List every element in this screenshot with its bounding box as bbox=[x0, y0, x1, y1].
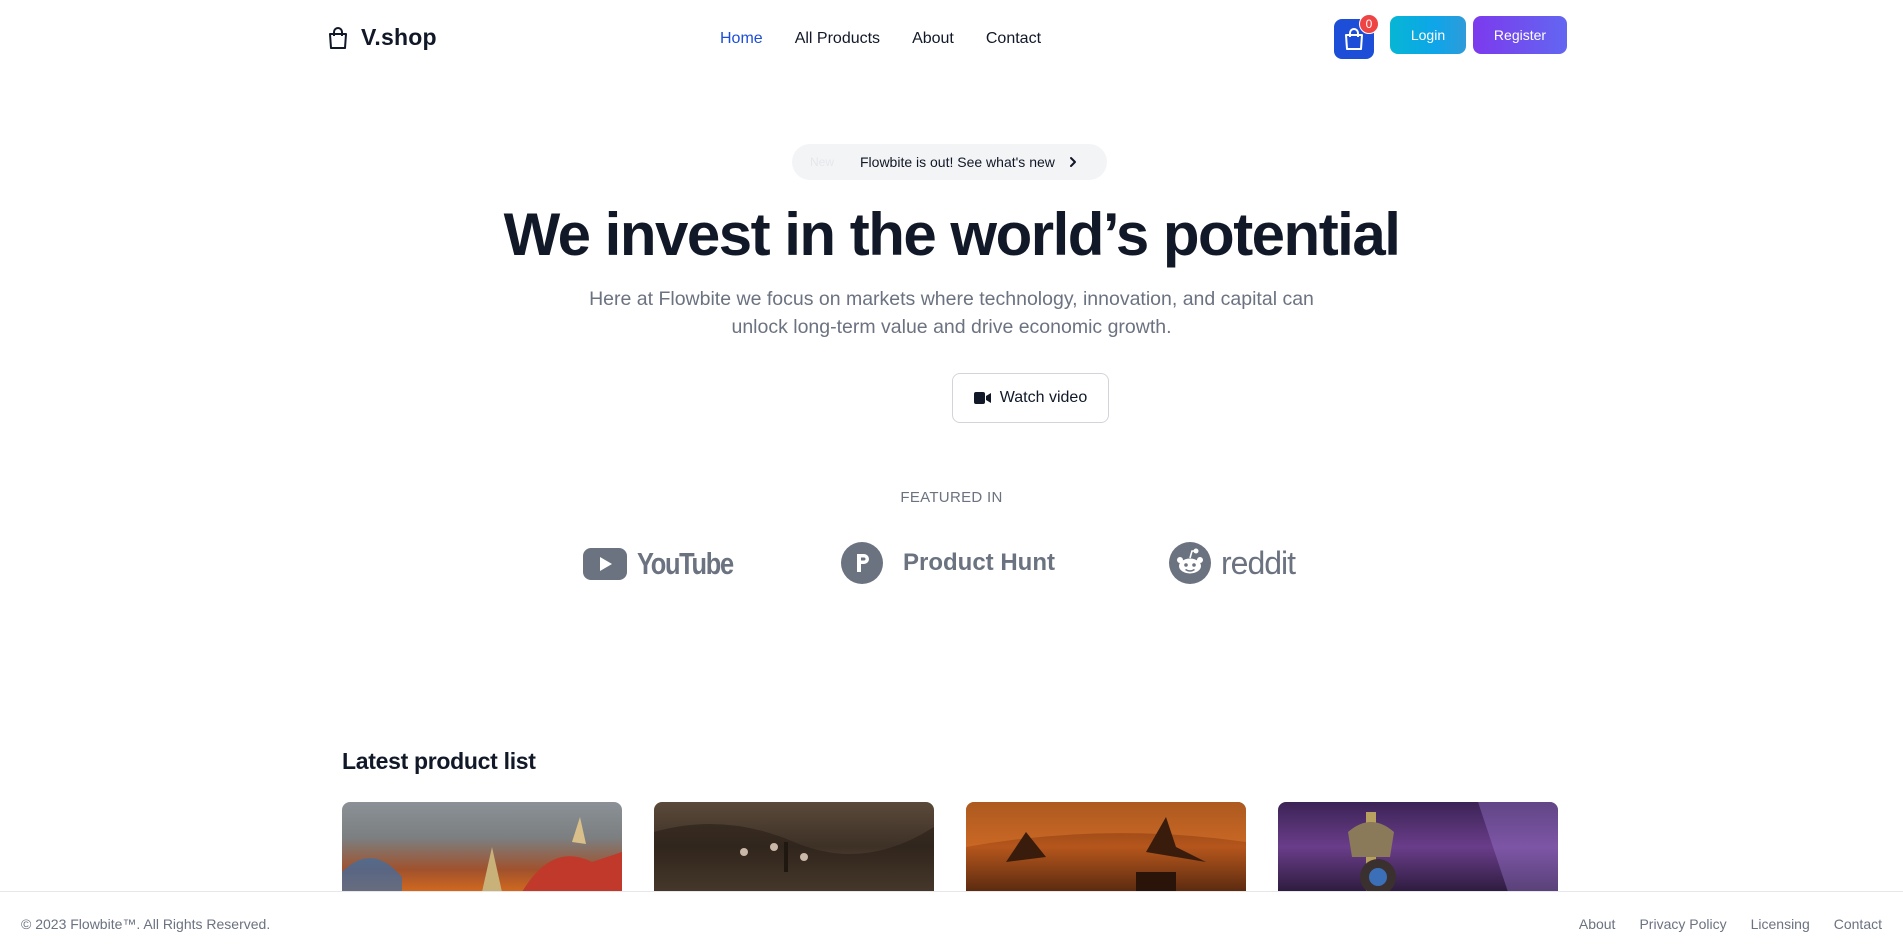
reddit-logo[interactable]: reddit bbox=[1169, 542, 1296, 584]
footer-copyright: © 2023 Flowbite™. All Rights Reserved. bbox=[21, 916, 271, 932]
product-hunt-icon bbox=[841, 542, 883, 584]
youtube-play-icon bbox=[583, 548, 627, 580]
product-card-image[interactable] bbox=[966, 802, 1246, 892]
watch-video-label: Watch video bbox=[999, 389, 1088, 406]
footer-links: About Privacy Policy Licensing Contact bbox=[1579, 916, 1882, 932]
brand-name: V.shop bbox=[361, 24, 437, 50]
product-card-image[interactable] bbox=[1278, 802, 1558, 892]
announcement-text: Flowbite is out! See what's new bbox=[860, 154, 1055, 170]
products-section-title: Latest product list bbox=[342, 748, 536, 774]
announcement-banner[interactable]: New Flowbite is out! See what's new bbox=[792, 144, 1107, 180]
announcement-pill: New bbox=[810, 155, 835, 169]
footer-link-contact[interactable]: Contact bbox=[1834, 916, 1882, 932]
youtube-logo[interactable]: YouTube bbox=[583, 546, 754, 582]
nav-link-all-products[interactable]: All Products bbox=[795, 30, 880, 48]
video-camera-icon bbox=[973, 392, 991, 404]
product-card-image[interactable] bbox=[654, 802, 934, 892]
youtube-wordmark: YouTube bbox=[637, 546, 734, 581]
reddit-alien-icon bbox=[1169, 542, 1211, 584]
product-image-art bbox=[342, 817, 622, 892]
chevron-right-icon bbox=[1069, 157, 1076, 167]
hero-title: We invest in the world’s potential bbox=[503, 201, 1401, 268]
nav-link-home[interactable]: Home bbox=[720, 30, 763, 48]
footer: © 2023 Flowbite™. All Rights Reserved. A… bbox=[0, 891, 1903, 951]
product-image-art bbox=[1348, 802, 1558, 892]
navbar: V.shop Home All Products About Contact 0… bbox=[0, 0, 1903, 80]
product-image-art bbox=[966, 802, 1246, 892]
featured-in-label: FEATURED IN bbox=[900, 489, 1003, 506]
nav-link-about[interactable]: About bbox=[912, 30, 954, 48]
hero-subtitle: Here at Flowbite we focus on markets whe… bbox=[589, 288, 1314, 338]
login-button[interactable]: Login bbox=[1390, 16, 1466, 54]
product-hunt-logo[interactable]: Product Hunt bbox=[841, 542, 1055, 584]
register-button[interactable]: Register bbox=[1473, 16, 1567, 54]
footer-link-licensing[interactable]: Licensing bbox=[1751, 916, 1810, 932]
watch-video-button[interactable]: Watch video bbox=[952, 373, 1109, 423]
product-card-image[interactable] bbox=[342, 802, 622, 892]
product-image-art bbox=[654, 824, 934, 892]
brand-logo[interactable]: V.shop bbox=[327, 24, 437, 51]
shopping-bag-icon bbox=[329, 26, 347, 49]
footer-link-about[interactable]: About bbox=[1579, 916, 1616, 932]
cart-count-badge: 0 bbox=[1359, 14, 1379, 34]
main-nav: Home All Products About Contact bbox=[720, 30, 1041, 48]
product-hunt-wordmark: Product Hunt bbox=[903, 549, 1055, 576]
nav-link-contact[interactable]: Contact bbox=[986, 30, 1041, 48]
footer-link-privacy-policy[interactable]: Privacy Policy bbox=[1639, 916, 1726, 932]
reddit-wordmark: reddit bbox=[1221, 544, 1296, 581]
